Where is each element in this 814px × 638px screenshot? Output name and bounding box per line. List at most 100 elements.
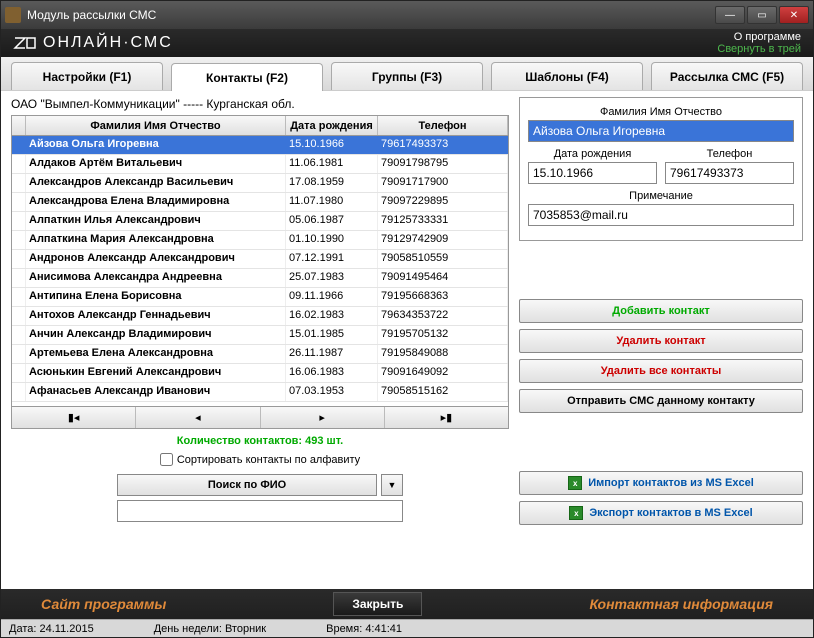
tab-bar: Настройки (F1) Контакты (F2) Группы (F3)… [1,57,813,91]
minimize-tray-link[interactable]: Свернуть в трей [717,43,801,55]
cell-name: Артемьева Елена Александровна [26,345,286,363]
cell-dob: 26.11.1987 [286,345,378,363]
table-row[interactable]: Афанасьев Александр Иванович07.03.195379… [12,383,508,402]
row-handle[interactable] [12,326,26,344]
row-handle[interactable] [12,345,26,363]
search-dropdown-icon[interactable]: ▼ [381,474,403,496]
cell-dob: 25.07.1983 [286,269,378,287]
about-link[interactable]: О программе [717,31,801,43]
status-time: Время: 4:41:41 [326,623,402,635]
nav-first-button[interactable]: ▮◂ [12,407,136,428]
table-row[interactable]: Александров Александр Васильевич17.08.19… [12,174,508,193]
phone-field[interactable] [665,162,794,184]
table-row[interactable]: Антипина Елена Борисовна09.11.1966791956… [12,288,508,307]
cell-phone: 79195849088 [378,345,508,363]
table-row[interactable]: Алпаткин Илья Александрович05.06.1987791… [12,212,508,231]
table-row[interactable]: Анисимова Александра Андреевна25.07.1983… [12,269,508,288]
cell-dob: 11.07.1980 [286,193,378,211]
cell-phone: 79634353722 [378,307,508,325]
row-handle[interactable] [12,250,26,268]
table-row[interactable]: Артемьева Елена Александровна26.11.19877… [12,345,508,364]
cell-name: Александрова Елена Владимировна [26,193,286,211]
export-excel-button[interactable]: xЭкспорт контактов в MS Excel [519,501,803,525]
window-title: Модуль рассылки СМС [27,8,715,22]
cell-dob: 16.02.1983 [286,307,378,325]
col-phone-header[interactable]: Телефон [378,116,508,135]
app-icon [5,7,21,23]
site-link[interactable]: Сайт программы [41,596,166,612]
table-row[interactable]: Андронов Александр Александрович07.12.19… [12,250,508,269]
row-handle[interactable] [12,136,26,154]
table-body: Айзова Ольга Игоревна15.10.1966796174933… [12,136,508,407]
tab-groups[interactable]: Группы (F3) [331,62,483,90]
cell-phone: 79091649092 [378,364,508,382]
sort-label: Сортировать контакты по алфавиту [177,454,360,466]
right-pane: Фамилия Имя Отчество Дата рождения Телеф… [519,97,803,583]
tab-send-sms[interactable]: Рассылка СМС (F5) [651,62,803,90]
row-handle[interactable] [12,212,26,230]
row-handle[interactable] [12,155,26,173]
table-row[interactable]: Алдаков Артём Витальевич11.06.1981790917… [12,155,508,174]
row-handle[interactable] [12,307,26,325]
nav-last-button[interactable]: ▸▮ [385,407,508,428]
cell-phone: 79129742909 [378,231,508,249]
table-row[interactable]: Антохов Александр Геннадьевич16.02.19837… [12,307,508,326]
cell-dob: 05.06.1987 [286,212,378,230]
dob-label: Дата рождения [528,148,657,160]
row-handle[interactable] [12,174,26,192]
name-field[interactable] [528,120,794,142]
contact-info-link[interactable]: Контактная информация [589,596,773,612]
contact-count: Количество контактов: 493 шт. [11,435,509,447]
search-input[interactable] [117,500,403,522]
contact-detail: Фамилия Имя Отчество Дата рождения Телеф… [519,97,803,241]
row-handle[interactable] [12,288,26,306]
table-row[interactable]: Александрова Елена Владимировна11.07.198… [12,193,508,212]
close-button[interactable]: Закрыть [333,592,422,616]
status-date: Дата: 24.11.2015 [9,623,94,635]
cell-phone: 79195705132 [378,326,508,344]
cell-name: Алпаткин Илья Александрович [26,212,286,230]
table-row[interactable]: Асюнькин Евгений Александрович16.06.1983… [12,364,508,383]
note-field[interactable] [528,204,794,226]
row-handle[interactable] [12,383,26,401]
cell-phone: 79058510559 [378,250,508,268]
contacts-table: Фамилия Имя Отчество Дата рождения Телеф… [11,115,509,407]
nav-prev-button[interactable]: ◂ [136,407,260,428]
cell-dob: 01.10.1990 [286,231,378,249]
maximize-button[interactable]: ▭ [747,6,777,24]
row-handle[interactable] [12,193,26,211]
delete-contact-button[interactable]: Удалить контакт [519,329,803,353]
delete-all-button[interactable]: Удалить все контакты [519,359,803,383]
nav-buttons: ▮◂ ◂ ▸ ▸▮ [11,407,509,429]
nav-next-button[interactable]: ▸ [261,407,385,428]
cell-name: Афанасьев Александр Иванович [26,383,286,401]
table-row[interactable]: Анчин Александр Владимирович15.01.198579… [12,326,508,345]
cell-dob: 07.03.1953 [286,383,378,401]
col-dob-header[interactable]: Дата рождения [286,116,378,135]
cell-phone: 79097229895 [378,193,508,211]
row-handle[interactable] [12,364,26,382]
row-handle[interactable] [12,231,26,249]
send-sms-button[interactable]: Отправить СМС данному контакту [519,389,803,413]
status-weekday: День недели: Вторник [154,623,266,635]
col-name-header[interactable]: Фамилия Имя Отчество [26,116,286,135]
cell-phone: 79091717900 [378,174,508,192]
close-window-button[interactable]: ✕ [779,6,809,24]
add-contact-button[interactable]: Добавить контакт [519,299,803,323]
tab-templates[interactable]: Шаблоны (F4) [491,62,643,90]
row-handle[interactable] [12,269,26,287]
table-header: Фамилия Имя Отчество Дата рождения Телеф… [12,116,508,136]
cell-name: Антохов Александр Геннадьевич [26,307,286,325]
import-excel-button[interactable]: xИмпорт контактов из MS Excel [519,471,803,495]
sort-checkbox[interactable] [160,453,173,466]
table-row[interactable]: Алпаткина Мария Александровна01.10.19907… [12,231,508,250]
excel-icon: x [569,506,583,520]
tab-settings[interactable]: Настройки (F1) [11,62,163,90]
search-by-name-button[interactable]: Поиск по ФИО [117,474,377,496]
table-row[interactable]: Айзова Ольга Игоревна15.10.1966796174933… [12,136,508,155]
tab-contacts[interactable]: Контакты (F2) [171,63,323,91]
cell-name: Алпаткина Мария Александровна [26,231,286,249]
minimize-button[interactable]: — [715,6,745,24]
dob-field[interactable] [528,162,657,184]
logo: ОНЛАЙН·СМС [13,34,173,52]
